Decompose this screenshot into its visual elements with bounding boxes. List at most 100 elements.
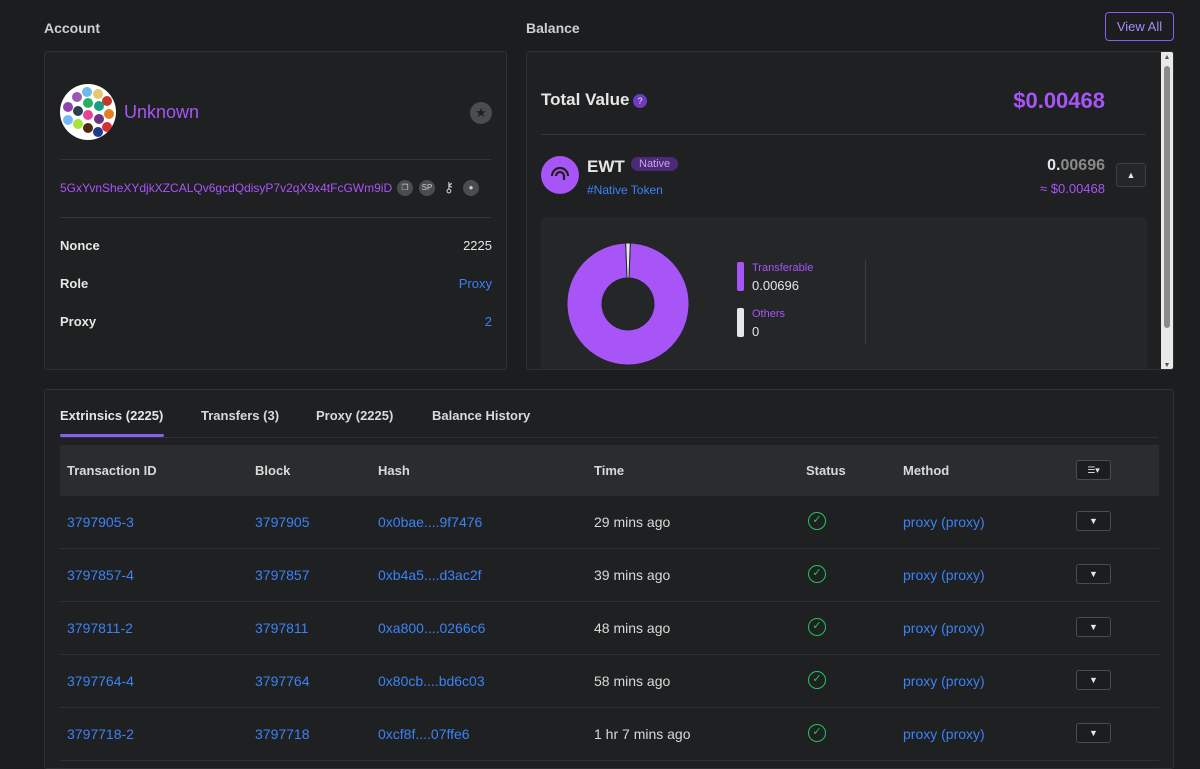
method-link[interactable]: proxy (proxy) [903,514,985,530]
time-text: 29 mins ago [594,514,671,530]
help-icon[interactable]: ? [633,94,647,108]
address-actions: ❐ SP ⚷ ● [397,180,479,196]
key-icon[interactable]: ⚷ [441,180,457,196]
account-name: Unknown [124,102,200,122]
avatar [60,84,116,140]
col-hash: Hash [378,463,410,478]
scroll-down-icon[interactable]: ▼ [1161,362,1173,369]
transaction-id-link[interactable]: 3797811-2 [67,620,133,636]
scroll-thumb[interactable] [1164,66,1170,328]
method-link[interactable]: proxy (proxy) [903,567,985,583]
column-settings-button[interactable]: ☰▾ [1076,460,1111,480]
hash-link[interactable]: 0xa800....0266c6 [378,620,485,636]
method-link[interactable]: proxy (proxy) [903,620,985,636]
legend-value-transferable: 0.00696 [752,278,799,293]
legend-divider [865,260,866,344]
legend-transferable[interactable]: Transferable 0.00696 [737,262,857,296]
balance-chart-area: Transferable 0.00696 Others 0 [541,217,1147,369]
legend-swatch-others [737,308,744,337]
account-address[interactable]: 5GxYvnSheXYdjkXZCALQv6gcdQdisyP7v2qX9x4t… [60,181,392,195]
block-link[interactable]: 3797811 [255,620,308,636]
balance-donut-chart [566,242,690,366]
proxy-label: Proxy [60,314,97,329]
copy-icon[interactable]: ❐ [397,180,413,196]
row-expand-button[interactable]: ▼ [1076,617,1111,637]
proxy-count-link[interactable]: 2 [485,314,492,329]
table-row: 3797718-2 3797718 0xcf8f....07ffe6 1 hr 7 m… [60,708,1159,761]
row-expand-button[interactable]: ▼ [1076,564,1111,584]
tab-proxy[interactable]: Proxy (2225) [316,408,393,423]
legend-value-others: 0 [752,324,760,339]
token-amount-dec: 00696 [1060,157,1106,174]
avatar-dot [102,122,112,132]
transaction-id-link[interactable]: 3797905-3 [67,514,134,530]
role-row: Role Proxy [60,276,492,296]
row-expand-button[interactable]: ▼ [1076,670,1111,690]
tab-transfers[interactable]: Transfers (3) [201,408,279,423]
success-check-icon: ✓ [808,618,826,636]
subscan-icon[interactable]: SP [419,180,435,196]
avatar-dot [83,98,93,108]
nonce-row: Nonce 2225 [60,238,492,258]
legend-others[interactable]: Others 0 [737,308,857,342]
time-text: 48 mins ago [594,620,671,636]
total-value: $0.00468 [1013,88,1105,113]
tabs-divider [60,437,1158,438]
success-check-icon: ✓ [808,565,826,583]
transaction-id-link[interactable]: 3797857-4 [67,567,134,583]
time-text: 58 mins ago [594,673,671,689]
table-row: 3797905-3 3797905 0x0bae....9f7476 29 mins … [60,496,1159,549]
row-expand-button[interactable]: ▼ [1076,723,1111,743]
view-all-button[interactable]: View All [1105,12,1174,41]
row-expand-button[interactable]: ▼ [1076,511,1111,531]
scroll-up-icon[interactable]: ▲ [1161,54,1173,61]
total-value-label: Total Value [541,90,630,109]
native-token-link[interactable]: #Native Token [587,183,663,197]
divider [541,134,1146,135]
balance-scrollbar[interactable]: ▲ ▼ [1161,52,1173,369]
proxy-row: Proxy 2 [60,314,492,334]
token-amount-int: 0. [1047,157,1061,174]
avatar-dot [73,106,83,116]
token-usd-value: ≈ $0.00468 [1040,181,1105,196]
avatar-dot [93,127,103,137]
donut-slice-others[interactable] [625,242,631,279]
tab-extrinsics[interactable]: Extrinsics (2225) [60,408,163,423]
tab-balance-history[interactable]: Balance History [432,408,530,423]
collapse-button[interactable]: ▲ [1116,163,1146,187]
account-section-title: Account [44,20,100,36]
legend-label-others: Others [752,308,786,320]
nonce-value: 2225 [463,238,492,253]
block-link[interactable]: 3797905 [255,514,310,530]
col-time: Time [594,463,625,478]
table-row: 3797811-2 3797811 0xa800....0266c6 48 mins … [60,602,1159,655]
nonce-label: Nonce [60,238,100,253]
divider [60,217,491,218]
legend-label-transferable: Transferable [752,262,814,274]
hash-link[interactable]: 0xb4a5....d3ac2f [378,567,482,583]
star-icon[interactable]: ★ [470,102,492,124]
hash-link[interactable]: 0x80cb....bd6c03 [378,673,485,689]
avatar-dot [93,89,103,99]
hash-link[interactable]: 0xcf8f....07ffe6 [378,726,470,742]
success-check-icon: ✓ [808,671,826,689]
token-amount: 0.00696 [1047,157,1105,175]
block-link[interactable]: 3797764 [255,673,310,689]
avatar-dot [73,119,83,129]
block-link[interactable]: 3797857 [255,567,310,583]
avatar-dot [94,101,104,111]
avatar-dot [83,123,93,133]
native-badge: Native [631,157,679,171]
method-link[interactable]: proxy (proxy) [903,726,985,742]
col-block: Block [255,463,291,478]
user-icon[interactable]: ● [463,180,479,196]
balance-section-title: Balance [526,20,580,36]
transaction-id-link[interactable]: 3797718-2 [67,726,134,742]
avatar-dot [63,102,73,112]
method-link[interactable]: proxy (proxy) [903,673,985,689]
col-transaction-id: Transaction ID [67,463,157,478]
hash-link[interactable]: 0x0bae....9f7476 [378,514,482,530]
block-link[interactable]: 3797718 [255,726,310,742]
transaction-id-link[interactable]: 3797764-4 [67,673,134,689]
role-value[interactable]: Proxy [459,276,492,291]
